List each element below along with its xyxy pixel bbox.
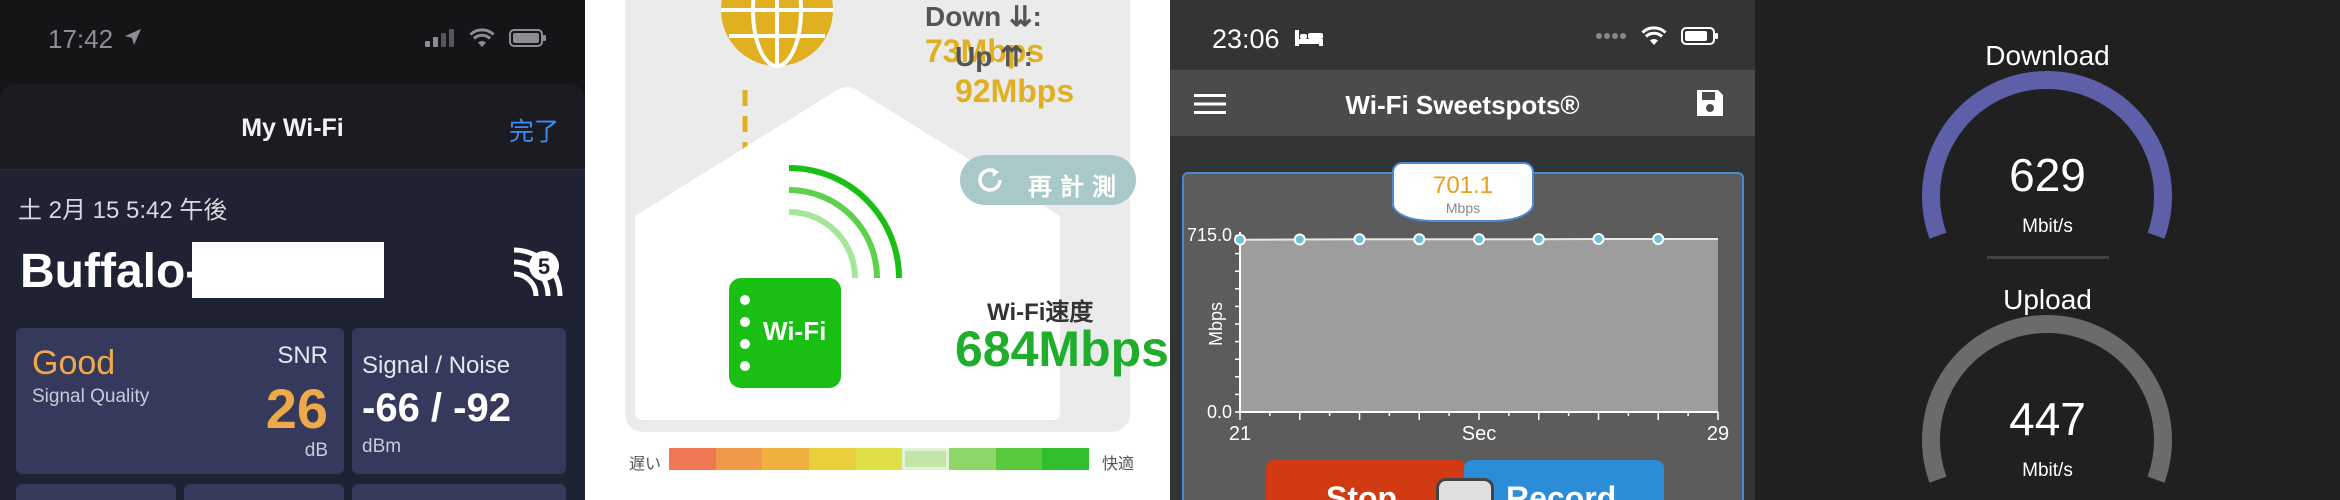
battery-icon: [509, 29, 546, 47]
data-point: [1353, 233, 1366, 246]
y-axis-label: Mbps: [1206, 302, 1226, 346]
upload-unit: Mbit/s: [2022, 460, 2073, 481]
stop-label: Stop: [1326, 480, 1398, 500]
retest-button[interactable]: 再計測: [960, 155, 1136, 205]
retest-label: 再計測: [1028, 174, 1124, 201]
globe-icon: [721, 0, 833, 68]
snr-label: SNR: [277, 342, 328, 369]
speed-result-panel: Down ⇊: 73Mbps Up ⇈: 92Mbps 再計測 Wi-Fi Wi…: [585, 0, 1170, 500]
upload-speed: Up ⇈: 92Mbps: [955, 40, 1130, 110]
wifi-5-icon: 5: [513, 247, 563, 297]
slow-label: 遅い: [629, 456, 662, 473]
upload-title: Upload: [2003, 284, 2092, 315]
wifi-speed-value: 684Mbps: [955, 321, 1169, 377]
y-tick-label-min: 0.0: [1207, 402, 1232, 422]
signal-noise-value: -66 / -92: [362, 386, 511, 430]
record-toggle-knob[interactable]: [1436, 478, 1494, 500]
status-bar: 17:42: [0, 0, 585, 80]
current-value: 701.1: [1432, 172, 1494, 199]
router-icon: Wi-Fi: [729, 278, 841, 388]
cellular-signal-icon: [425, 29, 454, 47]
signal-noise-label: Signal / Noise: [362, 352, 511, 379]
download-title: Download: [1985, 40, 2110, 71]
scale-segment: [809, 448, 856, 470]
scale-segment: [855, 448, 903, 470]
wifi-details-sheet: My Wi-Fi 完了 土 2月 15 5:42 午後 Buffalo- 5 G…: [0, 84, 585, 500]
signal-noise-unit: dBm: [362, 436, 402, 457]
upload-value: 92Mbps: [955, 73, 1075, 109]
y-tick-label-max: 715.0: [1187, 225, 1232, 245]
router-label: Wi-Fi: [763, 316, 827, 346]
x-axis-label: Sec: [1462, 423, 1496, 445]
scale-segment: [669, 448, 716, 470]
throughput-area: [1240, 238, 1718, 412]
sweetspots-panel: 23:06 Wi-Fi Sweetspots® 715.0 0.0 21 Sec 2: [1170, 0, 1755, 500]
x-tick-label-end: 29: [1707, 423, 1729, 445]
x-tick-label-start: 21: [1229, 423, 1251, 445]
router-dots: [740, 295, 750, 371]
current-unit: Mbps: [1445, 200, 1481, 216]
upload-label: Up ⇈:: [955, 41, 1033, 72]
location-arrow-icon: [125, 29, 141, 45]
data-point: [1234, 233, 1246, 246]
gauges-panel: Download 629 Mbit/s Upload 447 Mbit/s: [1755, 0, 2340, 500]
status-time: 17:42: [48, 24, 114, 54]
snr-unit: dB: [304, 440, 328, 461]
info-card-3: [352, 484, 566, 500]
record-label: Record: [1506, 480, 1617, 500]
throughput-chart: 715.0 0.021 Sec 29 Mbps: [1187, 225, 1729, 445]
network-ssid: Buffalo-: [20, 245, 202, 298]
current-value-callout: 701.1 Mbps: [1392, 162, 1534, 222]
refresh-icon: [978, 168, 1002, 192]
scale-segment: [995, 448, 1043, 470]
fast-label: 快適: [1101, 456, 1134, 473]
result-card: Down ⇊: 73Mbps Up ⇈: 92Mbps 再計測 Wi-Fi Wi…: [625, 0, 1169, 432]
info-card-1: [16, 484, 176, 500]
data-point: [1652, 232, 1665, 245]
snr-value: 26: [265, 377, 328, 440]
sheet-header: My Wi-Fi 完了: [0, 84, 585, 170]
download-label: Down ⇊:: [925, 1, 1042, 32]
signal-noise-card: Signal / Noise -66 / -92 dBm: [352, 328, 566, 474]
gauge-divider: [1987, 256, 2109, 259]
signal-quality-card: Good Signal Quality SNR 26 dB: [16, 328, 344, 474]
done-button[interactable]: 完了: [509, 112, 559, 148]
scale-segment: [762, 448, 810, 470]
quality-value: Good: [32, 344, 116, 382]
redaction-box: [192, 242, 384, 298]
data-point: [1413, 233, 1426, 246]
scale-segment: [715, 448, 763, 470]
upload-value: 447: [2009, 393, 2086, 445]
download-value: 629: [2009, 149, 2086, 201]
data-point: [1293, 233, 1306, 246]
info-card-2: [184, 484, 344, 500]
quality-label: Signal Quality: [32, 386, 150, 407]
sheet-title: My Wi-Fi: [241, 114, 344, 142]
record-button[interactable]: Record: [1464, 460, 1664, 500]
scale-segment-current: [902, 448, 950, 470]
my-wifi-panel: 17:42 My Wi-Fi 完了 土 2月 15 5:42 午後 Buffal…: [0, 0, 585, 500]
data-point: [1473, 233, 1485, 246]
scale-segment: [1042, 448, 1090, 470]
wifi-signal-arcs: [788, 165, 902, 279]
speed-scale-bar: [669, 448, 1090, 470]
scale-segment: [949, 448, 996, 470]
data-point: [1592, 232, 1605, 245]
wifi-icon: [469, 28, 495, 47]
download-unit: Mbit/s: [2022, 216, 2073, 237]
data-point: [1532, 233, 1545, 246]
scan-date: 土 2月 15 5:42 午後: [18, 197, 228, 224]
wifi-generation-label: 5: [538, 254, 550, 279]
